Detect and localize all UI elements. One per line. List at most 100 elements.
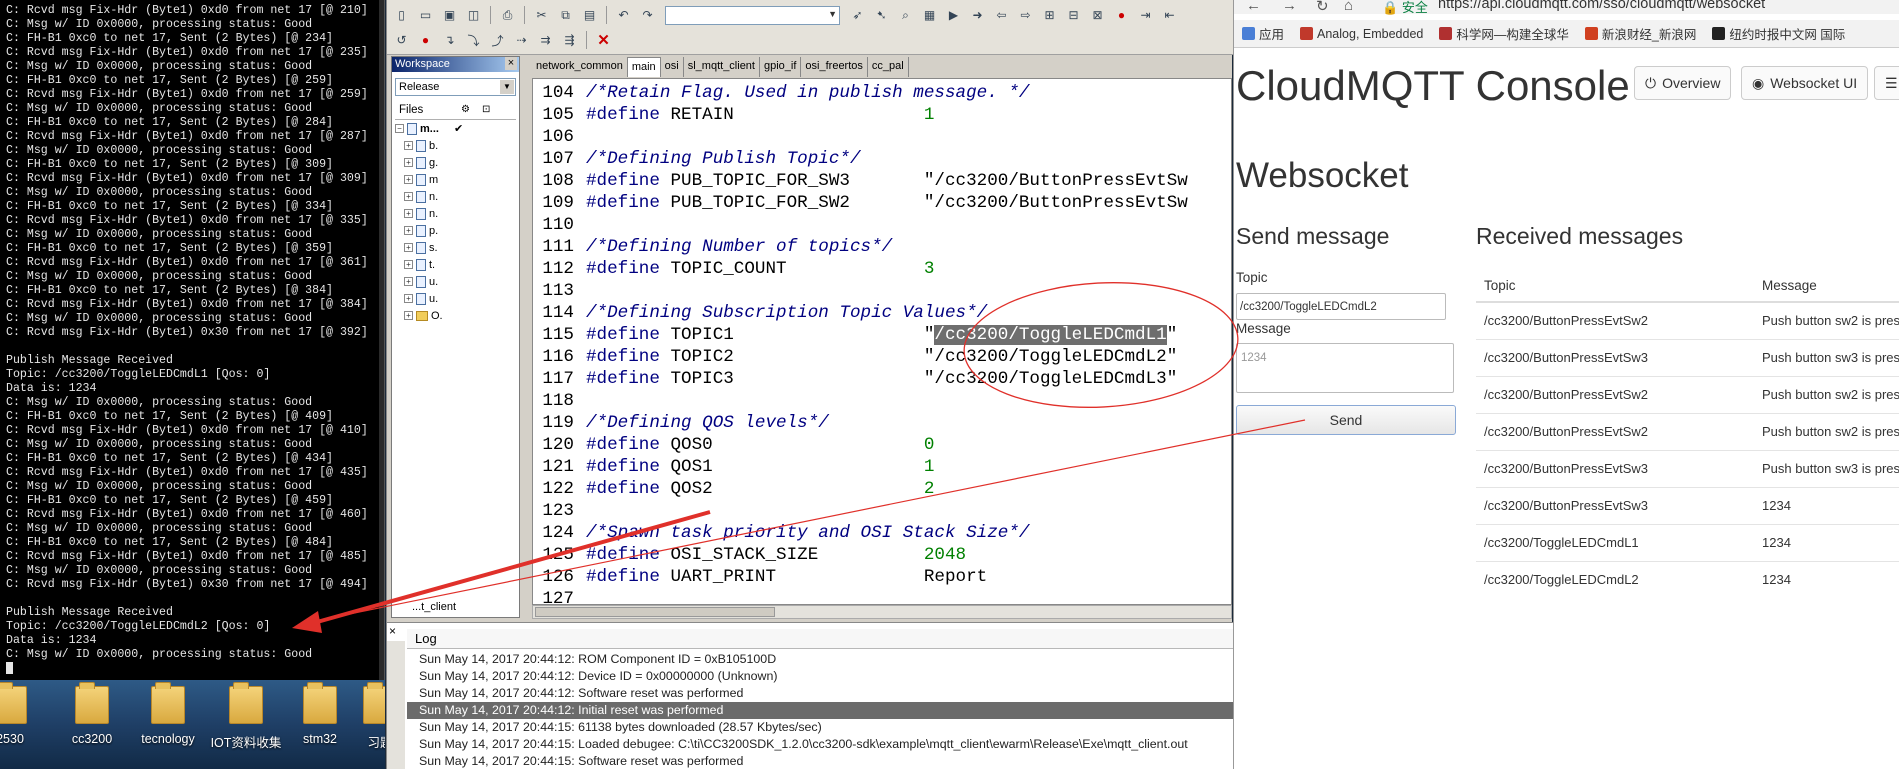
- build-configuration-select[interactable]: Release ▼: [395, 78, 516, 96]
- reset-icon[interactable]: ↺: [391, 30, 412, 50]
- tree-item-file[interactable]: + u.: [392, 273, 519, 290]
- open-folder-icon[interactable]: ▭: [415, 5, 436, 25]
- expand-icon[interactable]: +: [404, 192, 413, 201]
- menu-button[interactable]: ☰: [1874, 66, 1899, 100]
- navigate-back-icon[interactable]: ⇦: [991, 5, 1012, 25]
- desktop-folder-tecnology[interactable]: tecnology: [132, 682, 204, 746]
- new-file-icon[interactable]: ▯: [391, 5, 412, 25]
- find-combo[interactable]: ▼: [665, 5, 840, 25]
- editor-horizontal-scrollbar[interactable]: [532, 605, 1232, 619]
- compile-icon[interactable]: ⊞: [1039, 5, 1060, 25]
- reload-icon[interactable]: ↻: [1316, 0, 1329, 15]
- tab-sl-mqtt-client[interactable]: sl_mqtt_client: [684, 57, 760, 77]
- code-editor[interactable]: 104 /*Retain Flag. Used in publish messag…: [532, 78, 1232, 605]
- stop-build-icon[interactable]: ⊠: [1087, 5, 1108, 25]
- expand-icon[interactable]: +: [404, 277, 413, 286]
- step-out-icon[interactable]: ⤴: [487, 30, 508, 50]
- secure-badge[interactable]: 🔒 安全: [1382, 0, 1428, 16]
- step-into-icon[interactable]: ⤵: [463, 30, 484, 50]
- expand-icon[interactable]: +: [404, 141, 413, 150]
- address-bar[interactable]: ← → ↻ ⌂ 🔒 安全 https://api.cloudmqtt.com/s…: [1234, 0, 1899, 16]
- find-in-files-icon[interactable]: ⌕: [895, 5, 916, 25]
- find-prev-icon[interactable]: ➷: [871, 5, 892, 25]
- stop-debug-icon[interactable]: ✕: [593, 30, 614, 50]
- desktop-folder-cc3200[interactable]: cc3200: [56, 682, 128, 746]
- save-icon[interactable]: ▣: [439, 5, 460, 25]
- tree-item-file[interactable]: + t.: [392, 256, 519, 273]
- bookmark-item[interactable]: 纽约时报中文网 国际: [1704, 24, 1853, 43]
- forward-arrow-icon[interactable]: →: [1282, 0, 1297, 14]
- copy-icon[interactable]: ⧉: [555, 5, 576, 25]
- close-icon[interactable]: ×: [389, 624, 396, 638]
- tree-item-file[interactable]: + s.: [392, 239, 519, 256]
- expand-icon[interactable]: +: [404, 175, 413, 184]
- settings-column-icon[interactable]: ⚙: [461, 104, 470, 115]
- cut-icon[interactable]: ✂: [531, 5, 552, 25]
- paste-icon[interactable]: ▤: [579, 5, 600, 25]
- next-statement-icon[interactable]: ⇢: [511, 30, 532, 50]
- desktop-folder-iot[interactable]: IOT资料收集: [210, 682, 282, 751]
- log-line[interactable]: Sun May 14, 2017 20:44:15: 61138 bytes d…: [407, 719, 1233, 736]
- log-line[interactable]: Sun May 14, 2017 20:44:12: Device ID = 0…: [407, 668, 1233, 685]
- tab-osi-freertos[interactable]: osi_freertos: [801, 57, 868, 77]
- expand-icon[interactable]: +: [404, 311, 413, 320]
- expand-icon[interactable]: +: [404, 260, 413, 269]
- download-debug-icon[interactable]: ⇥: [1135, 5, 1156, 25]
- tab-cc-pal[interactable]: cc_pal: [868, 57, 909, 77]
- log-line[interactable]: Sun May 14, 2017 20:44:15: Loaded debuge…: [407, 736, 1233, 753]
- log-line[interactable]: Sun May 14, 2017 20:44:12: Software rese…: [407, 685, 1233, 702]
- tree-item-file[interactable]: + g.: [392, 154, 519, 171]
- expand-icon[interactable]: +: [404, 294, 413, 303]
- collapse-icon[interactable]: −: [395, 124, 404, 133]
- tree-item-file[interactable]: + n.: [392, 205, 519, 222]
- find-next-icon[interactable]: ➶: [847, 5, 868, 25]
- expand-icon[interactable]: +: [404, 226, 413, 235]
- build-column-icon[interactable]: ⊡: [482, 104, 490, 115]
- break-icon[interactable]: ●: [415, 30, 436, 50]
- url-text[interactable]: https://api.cloudmqtt.com/sso/cloudmqtt/…: [1438, 0, 1765, 12]
- go-to-icon[interactable]: ➜: [967, 5, 988, 25]
- tree-item-output-folder[interactable]: + O.: [392, 307, 519, 324]
- close-icon[interactable]: ×: [505, 57, 517, 70]
- tab-gpio-if[interactable]: gpio_if: [760, 57, 802, 77]
- send-button[interactable]: Send: [1236, 405, 1456, 435]
- log-line[interactable]: Sun May 14, 2017 20:44:12: ROM Component…: [407, 651, 1233, 668]
- message-input[interactable]: 1234: [1236, 343, 1454, 393]
- tab-osi[interactable]: osi: [661, 57, 684, 77]
- tree-item-file[interactable]: + n.: [392, 188, 519, 205]
- log-line[interactable]: Sun May 14, 2017 20:44:15: Software rese…: [407, 753, 1233, 769]
- save-all-icon[interactable]: ◫: [463, 5, 484, 25]
- websocket-ui-button[interactable]: ◉ Websocket UI: [1741, 66, 1869, 100]
- undo-icon[interactable]: ↶: [613, 5, 634, 25]
- print-icon[interactable]: ⎙: [497, 5, 518, 25]
- back-arrow-icon[interactable]: ←: [1246, 0, 1261, 14]
- bookmark-item[interactable]: 新浪财经_新浪网: [1577, 24, 1704, 43]
- bookmark-item[interactable]: 应用: [1234, 24, 1292, 43]
- overview-button[interactable]: ⏻ Overview: [1634, 66, 1732, 100]
- next-bookmark-icon[interactable]: ▶: [943, 5, 964, 25]
- desktop-folder-2530[interactable]: 2530: [0, 682, 46, 746]
- topic-input[interactable]: [1236, 293, 1446, 320]
- log-line[interactable]: Sun May 14, 2017 20:44:12: Initial reset…: [407, 702, 1233, 719]
- bookmark-item[interactable]: 科学网—构建全球华: [1431, 24, 1577, 43]
- run-to-cursor-icon[interactable]: ⇉: [535, 30, 556, 50]
- expand-icon[interactable]: +: [404, 158, 413, 167]
- tree-item-file[interactable]: + u.: [392, 290, 519, 307]
- serial-terminal-window[interactable]: C: Rcvd msg Fix-Hdr (Byte1) 0xd0 from ne…: [0, 0, 385, 680]
- toggle-bookmark-icon[interactable]: ▦: [919, 5, 940, 25]
- terminal-scrollbar[interactable]: [379, 0, 384, 680]
- brand-title[interactable]: CloudMQTT Console: [1236, 62, 1630, 110]
- redo-icon[interactable]: ↷: [637, 5, 658, 25]
- make-icon[interactable]: ⊟: [1063, 5, 1084, 25]
- tree-item-file[interactable]: + p.: [392, 222, 519, 239]
- tree-item-file[interactable]: + b.: [392, 137, 519, 154]
- go-icon[interactable]: ⇶: [559, 30, 580, 50]
- tree-item-file[interactable]: + m: [392, 171, 519, 188]
- step-over-icon[interactable]: ↴: [439, 30, 460, 50]
- expand-icon[interactable]: +: [404, 209, 413, 218]
- navigate-forward-icon[interactable]: ⇨: [1015, 5, 1036, 25]
- workspace-bottom-tab[interactable]: ...t_client: [412, 601, 456, 613]
- desktop-folder-exercises[interactable]: 习题: [344, 682, 385, 751]
- expand-icon[interactable]: +: [404, 243, 413, 252]
- bookmark-item[interactable]: Analog, Embedded: [1292, 27, 1431, 41]
